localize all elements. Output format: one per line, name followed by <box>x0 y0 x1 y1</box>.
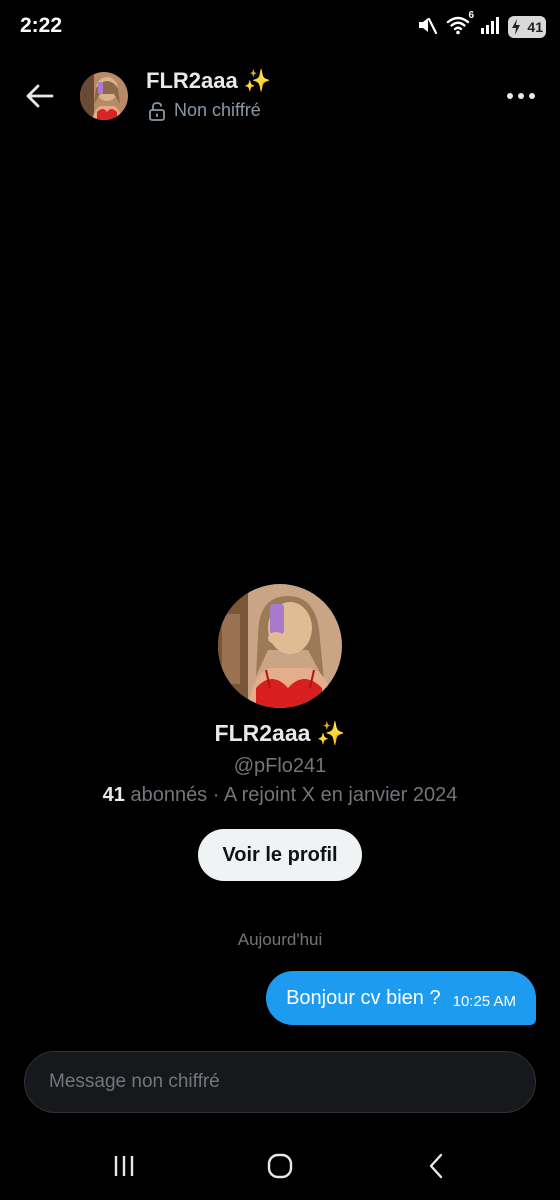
view-profile-button[interactable]: Voir le profil <box>198 829 362 881</box>
status-time: 2:22 <box>20 14 63 37</box>
message-time: 10:25 AM <box>452 992 516 1010</box>
more-options-button[interactable] <box>504 82 538 110</box>
home-button[interactable] <box>250 1146 310 1186</box>
nav-back-button[interactable] <box>406 1146 466 1186</box>
system-nav-bar <box>0 1132 560 1200</box>
wifi-icon: 6 <box>446 10 474 41</box>
header-avatar[interactable] <box>80 72 128 120</box>
day-divider: Aujourd'hui <box>237 930 323 949</box>
back-icon <box>429 1153 443 1179</box>
followers-count: 41 <box>102 784 125 806</box>
encryption-status-label: Non chiffré <box>174 100 261 120</box>
profile-card: FLR2aaa ✨ @pFlo241 41 abonnés · A rejoin… <box>0 584 560 881</box>
status-icons: 6 41 <box>416 10 546 41</box>
recents-icon <box>114 1156 134 1176</box>
conversation-header: FLR2aaa ✨ Non chiffré <box>0 58 560 134</box>
home-icon <box>267 1153 293 1179</box>
message-input[interactable] <box>49 1052 511 1112</box>
back-arrow-icon <box>26 84 54 108</box>
message-composer[interactable] <box>24 1051 536 1113</box>
profile-handle: @pFlo241 <box>233 755 327 777</box>
encryption-status: Non chiffré <box>148 100 261 121</box>
header-name: FLR2aaa ✨ <box>146 68 272 93</box>
sent-message-bubble[interactable]: Bonjour cv bien ? 10:25 AM <box>266 971 536 1025</box>
status-bar: 2:22 6 41 <box>0 0 560 54</box>
profile-avatar[interactable] <box>218 584 342 708</box>
lock-open-icon <box>149 101 165 121</box>
battery-level: 41 <box>527 19 543 35</box>
profile-meta: 41 abonnés · A rejoint X en janvier 2024 <box>0 784 560 807</box>
profile-name: FLR2aaa ✨ <box>214 720 346 746</box>
message-text: Bonjour cv bien ? <box>286 986 441 1009</box>
back-button[interactable] <box>20 78 60 114</box>
wifi-badge: 6 <box>468 9 474 21</box>
recents-button[interactable] <box>94 1146 154 1186</box>
more-icon <box>507 93 535 99</box>
followers-label: abonnés · A rejoint X en janvier 2024 <box>124 784 458 806</box>
mute-icon <box>416 14 438 41</box>
battery-charging-icon: 41 <box>508 16 546 38</box>
signal-icon <box>480 15 500 40</box>
